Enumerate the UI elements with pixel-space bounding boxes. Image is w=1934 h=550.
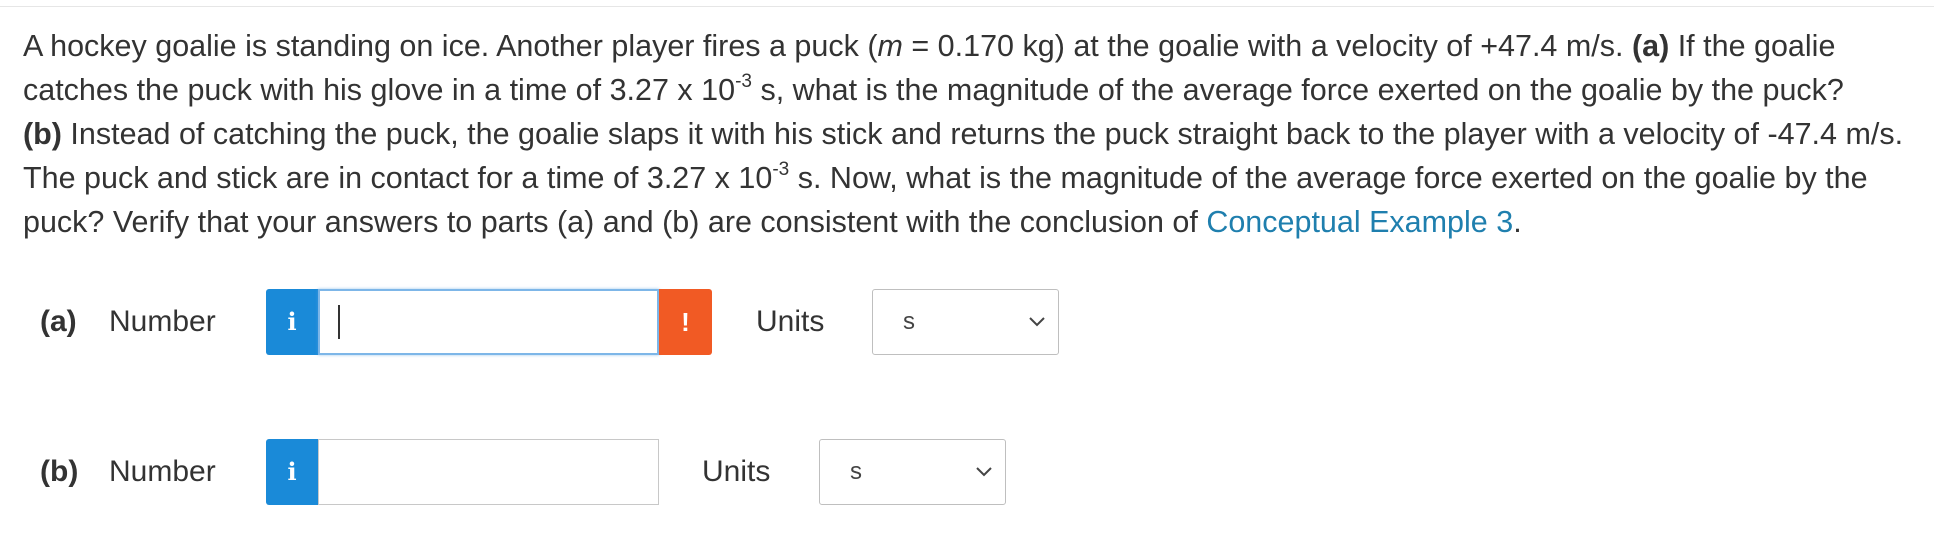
- part-a-tag: (a): [1631, 29, 1670, 63]
- part-b-exponent: -3: [772, 158, 790, 180]
- answer-row-a: (a) Number i ! Units s: [0, 289, 1934, 355]
- top-divider: [0, 6, 1934, 7]
- chevron-down-icon: [976, 467, 992, 477]
- part-a-units-select[interactable]: s: [872, 289, 1059, 355]
- chevron-down-icon: [1029, 317, 1045, 327]
- part-a-number-input[interactable]: [318, 289, 659, 355]
- part-b-units-label: Units: [702, 455, 771, 488]
- conceptual-example-link[interactable]: Conceptual Example 3: [1206, 205, 1513, 239]
- part-a-text-2: s, what is the magnitude of the average …: [751, 73, 1844, 107]
- mass-variable: m: [877, 29, 903, 63]
- part-a-label: (a): [40, 305, 77, 338]
- text-caret: [338, 305, 340, 339]
- part-b-units-value: s: [850, 458, 862, 485]
- part-b-label: (b): [40, 455, 79, 488]
- part-a-exponent: -3: [735, 70, 752, 92]
- question-intro: A hockey goalie is standing on ice. Anot…: [23, 29, 878, 63]
- warning-icon[interactable]: !: [659, 289, 712, 355]
- question-text: A hockey goalie is standing on ice. Anot…: [23, 24, 1913, 244]
- part-a-units-label: Units: [756, 305, 825, 338]
- question-end: .: [1513, 205, 1522, 239]
- answer-row-b: (b) Number i Units s: [0, 439, 1934, 505]
- part-b-units-select[interactable]: s: [819, 439, 1006, 505]
- part-a-units-value: s: [903, 308, 915, 335]
- info-icon[interactable]: i: [266, 289, 318, 355]
- part-b-number-label: Number: [109, 455, 216, 488]
- question-mass: = 0.170 kg) at the goalie with a velocit…: [902, 29, 1632, 63]
- part-b-number-input[interactable]: [318, 439, 659, 505]
- part-a-number-label: Number: [109, 305, 216, 338]
- info-icon[interactable]: i: [266, 439, 318, 505]
- part-b-tag: (b): [23, 117, 62, 151]
